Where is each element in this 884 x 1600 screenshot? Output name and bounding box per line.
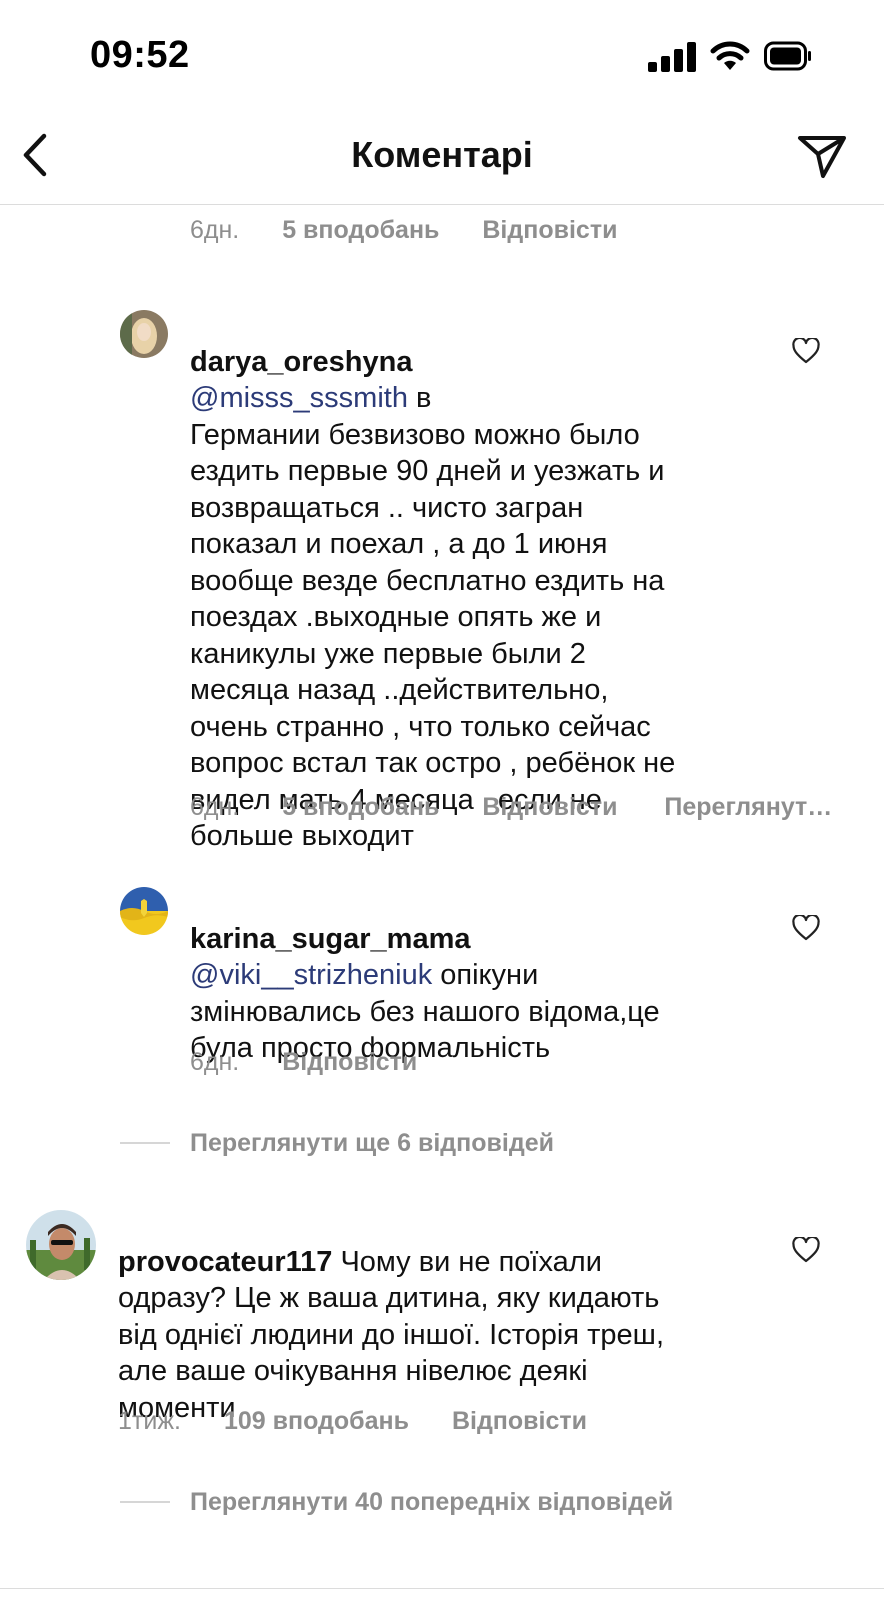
comment-body: одразу? Це ж ваша дитина, яку кидають ві… bbox=[118, 1282, 665, 1424]
reply-button[interactable]: Відповісти bbox=[482, 793, 617, 822]
comment-body-first: в bbox=[407, 382, 432, 414]
thread-line bbox=[120, 1142, 170, 1144]
comment-text: darya_oreshyna @misss_sssmith в Германии … bbox=[190, 307, 750, 855]
likes-count-link[interactable]: 109 вподобань bbox=[224, 1407, 409, 1436]
avatar[interactable] bbox=[120, 887, 168, 935]
status-time: 09:52 bbox=[90, 34, 190, 76]
page-title: Коментарі bbox=[351, 134, 533, 175]
reply-button[interactable]: Відповісти bbox=[482, 216, 617, 245]
header-divider bbox=[0, 204, 884, 205]
likes-count-link[interactable]: 5 вподобань bbox=[282, 793, 439, 822]
paper-plane-icon[interactable] bbox=[796, 132, 848, 180]
comment-age: 6дн. bbox=[190, 1048, 240, 1076]
comment-body-first: опікуни bbox=[432, 959, 539, 991]
comment-body-first: Чому ви не поїхали bbox=[332, 1245, 602, 1278]
comment-username[interactable]: darya_oreshyna bbox=[190, 346, 412, 378]
heart-outline-icon[interactable] bbox=[792, 915, 820, 941]
comment-username[interactable]: provocateur117 bbox=[118, 1246, 332, 1278]
avatar-photo-icon bbox=[26, 1210, 96, 1280]
view-more-replies-button[interactable]: Переглянути ще 6 відповідей bbox=[190, 1129, 554, 1158]
mention-link[interactable]: @viki__strizheniuk bbox=[190, 959, 432, 991]
footer-divider bbox=[0, 1588, 884, 1589]
comment-text: karina_sugar_mama @viki__strizheniuk опік… bbox=[190, 884, 750, 1067]
avatar[interactable] bbox=[120, 310, 168, 358]
comment-meta: 1тиж. 109 вподобань Відповісти bbox=[118, 1407, 587, 1436]
comment-body: Германии безвизово можно было ездить пер… bbox=[190, 418, 676, 853]
avatar[interactable] bbox=[26, 1210, 96, 1280]
reply-button[interactable]: Відповісти bbox=[452, 1407, 587, 1436]
reply-button[interactable]: Відповісти bbox=[282, 1048, 417, 1077]
battery-icon bbox=[764, 41, 811, 71]
comment-age: 6дн. bbox=[190, 793, 240, 821]
comment-username[interactable]: karina_sugar_mama bbox=[190, 923, 471, 955]
wifi-icon bbox=[710, 41, 750, 70]
ukraine-flag-avatar-icon bbox=[120, 887, 168, 935]
see-translation-button[interactable]: Переглянути переклад bbox=[664, 793, 834, 822]
cellular-signal-icon bbox=[648, 42, 696, 72]
view-previous-replies-button[interactable]: Переглянути 40 попередніх відповідей bbox=[190, 1488, 673, 1517]
heart-outline-icon[interactable] bbox=[792, 338, 820, 364]
comment-meta: 6дн. 5 вподобань Відповісти bbox=[190, 216, 617, 245]
likes-count-link[interactable]: 5 вподобань bbox=[282, 216, 439, 245]
comment-meta: 6дн. Відповісти bbox=[190, 1048, 417, 1077]
comment-age: 6дн. bbox=[190, 216, 240, 244]
comment-age: 1тиж. bbox=[118, 1407, 181, 1435]
thread-line bbox=[120, 1501, 170, 1503]
mention-link[interactable]: @misss_sssmith bbox=[190, 382, 408, 414]
comment-meta: 6дн. 5 вподобань Відповісти Переглянути … bbox=[190, 793, 834, 822]
heart-outline-icon[interactable] bbox=[792, 1237, 820, 1263]
comment-text: provocateur117 Чому ви не поїхали одразу?… bbox=[118, 1207, 758, 1426]
avatar-photo-icon bbox=[120, 310, 168, 358]
